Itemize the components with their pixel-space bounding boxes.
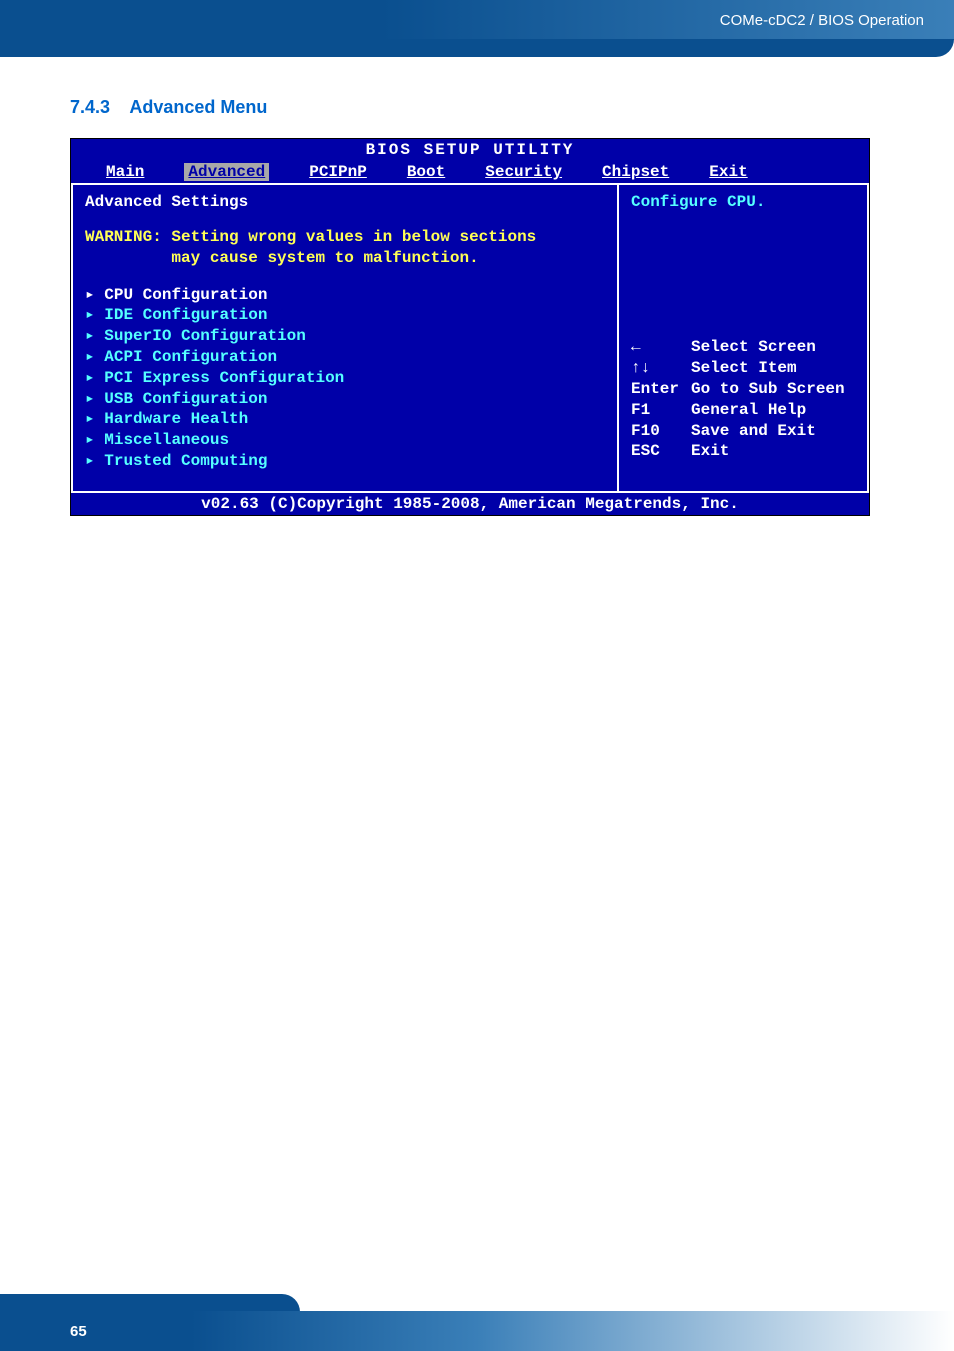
nav-key: F1 bbox=[631, 400, 691, 421]
menu-usb-configuration[interactable]: ▸ USB Configuration bbox=[85, 389, 605, 410]
menu-superio-configuration[interactable]: ▸ SuperIO Configuration bbox=[85, 326, 605, 347]
menu-miscellaneous[interactable]: ▸ Miscellaneous bbox=[85, 430, 605, 451]
bios-body: Advanced Settings WARNING: Setting wrong… bbox=[71, 183, 869, 493]
page-header: COMe-cDC2 / BIOS Operation bbox=[0, 0, 954, 40]
menu-hardware-health[interactable]: ▸ Hardware Health bbox=[85, 409, 605, 430]
bios-tab-bar: Main Advanced PCIPnP Boot Security Chips… bbox=[71, 161, 869, 183]
menu-trusted-computing[interactable]: ▸ Trusted Computing bbox=[85, 451, 605, 472]
nav-row: ↑↓Select Item bbox=[631, 358, 845, 379]
nav-key: Enter bbox=[631, 379, 691, 400]
bios-title: BIOS SETUP UTILITY bbox=[71, 139, 869, 161]
content-area: 7.4.3 Advanced Menu BIOS SETUP UTILITY M… bbox=[0, 57, 954, 546]
nav-row: ESCExit bbox=[631, 441, 845, 462]
bios-left-panel: Advanced Settings WARNING: Setting wrong… bbox=[71, 183, 619, 493]
nav-label: Select Item bbox=[691, 359, 797, 377]
bios-right-panel: Configure CPU. ←Select Screen ↑↓Select I… bbox=[619, 183, 869, 493]
header-decoration bbox=[0, 39, 954, 57]
context-help: Configure CPU. bbox=[631, 193, 855, 211]
tab-boot[interactable]: Boot bbox=[407, 163, 445, 181]
nav-row: F10Save and Exit bbox=[631, 421, 845, 442]
tab-pcipnp[interactable]: PCIPnP bbox=[309, 163, 367, 181]
menu-pci-express-configuration[interactable]: ▸ PCI Express Configuration bbox=[85, 368, 605, 389]
bios-copyright: v02.63 (C)Copyright 1985-2008, American … bbox=[71, 493, 869, 515]
nav-row: F1General Help bbox=[631, 400, 845, 421]
submenu-arrow-icon: ▸ bbox=[85, 410, 104, 428]
nav-key: F10 bbox=[631, 421, 691, 442]
submenu-arrow-icon: ▸ bbox=[85, 348, 104, 366]
tab-main[interactable]: Main bbox=[106, 163, 144, 181]
nav-key: ESC bbox=[631, 441, 691, 462]
footer-decoration bbox=[0, 1294, 300, 1312]
warning-message: WARNING: Setting wrong values in below s… bbox=[85, 227, 605, 269]
menu-acpi-configuration[interactable]: ▸ ACPI Configuration bbox=[85, 347, 605, 368]
tab-advanced[interactable]: Advanced bbox=[184, 163, 269, 181]
submenu-arrow-icon: ▸ bbox=[85, 306, 104, 324]
tab-exit[interactable]: Exit bbox=[709, 163, 747, 181]
section-heading: 7.4.3 Advanced Menu bbox=[70, 97, 884, 118]
nav-row: ←Select Screen bbox=[631, 337, 845, 358]
nav-row: EnterGo to Sub Screen bbox=[631, 379, 845, 400]
submenu-arrow-icon: ▸ bbox=[85, 327, 104, 345]
submenu-arrow-icon: ▸ bbox=[85, 390, 104, 408]
tab-security[interactable]: Security bbox=[485, 163, 562, 181]
footer-bar: 65 bbox=[0, 1311, 954, 1351]
panel-title: Advanced Settings bbox=[85, 193, 605, 211]
navigation-help: ←Select Screen ↑↓Select Item EnterGo to … bbox=[631, 337, 845, 483]
section-number: 7.4.3 bbox=[70, 97, 110, 117]
nav-label: Select Screen bbox=[691, 338, 816, 356]
page-number: 65 bbox=[70, 1323, 87, 1340]
tab-chipset[interactable]: Chipset bbox=[602, 163, 669, 181]
nav-label: Exit bbox=[691, 442, 729, 460]
bios-screen: BIOS SETUP UTILITY Main Advanced PCIPnP … bbox=[70, 138, 870, 516]
submenu-arrow-icon: ▸ bbox=[85, 369, 104, 387]
breadcrumb: COMe-cDC2 / BIOS Operation bbox=[720, 12, 924, 29]
nav-key: ↑↓ bbox=[631, 358, 691, 379]
nav-key: ← bbox=[631, 337, 691, 358]
submenu-arrow-icon: ▸ bbox=[85, 452, 104, 470]
menu-cpu-configuration[interactable]: ▸ CPU Configuration bbox=[85, 285, 605, 306]
section-title-text: Advanced Menu bbox=[129, 97, 267, 117]
nav-label: Save and Exit bbox=[691, 422, 816, 440]
submenu-arrow-icon: ▸ bbox=[85, 286, 104, 304]
page-footer: 65 bbox=[0, 1294, 954, 1351]
menu-ide-configuration[interactable]: ▸ IDE Configuration bbox=[85, 305, 605, 326]
nav-label: General Help bbox=[691, 401, 806, 419]
submenu-arrow-icon: ▸ bbox=[85, 431, 104, 449]
nav-label: Go to Sub Screen bbox=[691, 380, 845, 398]
